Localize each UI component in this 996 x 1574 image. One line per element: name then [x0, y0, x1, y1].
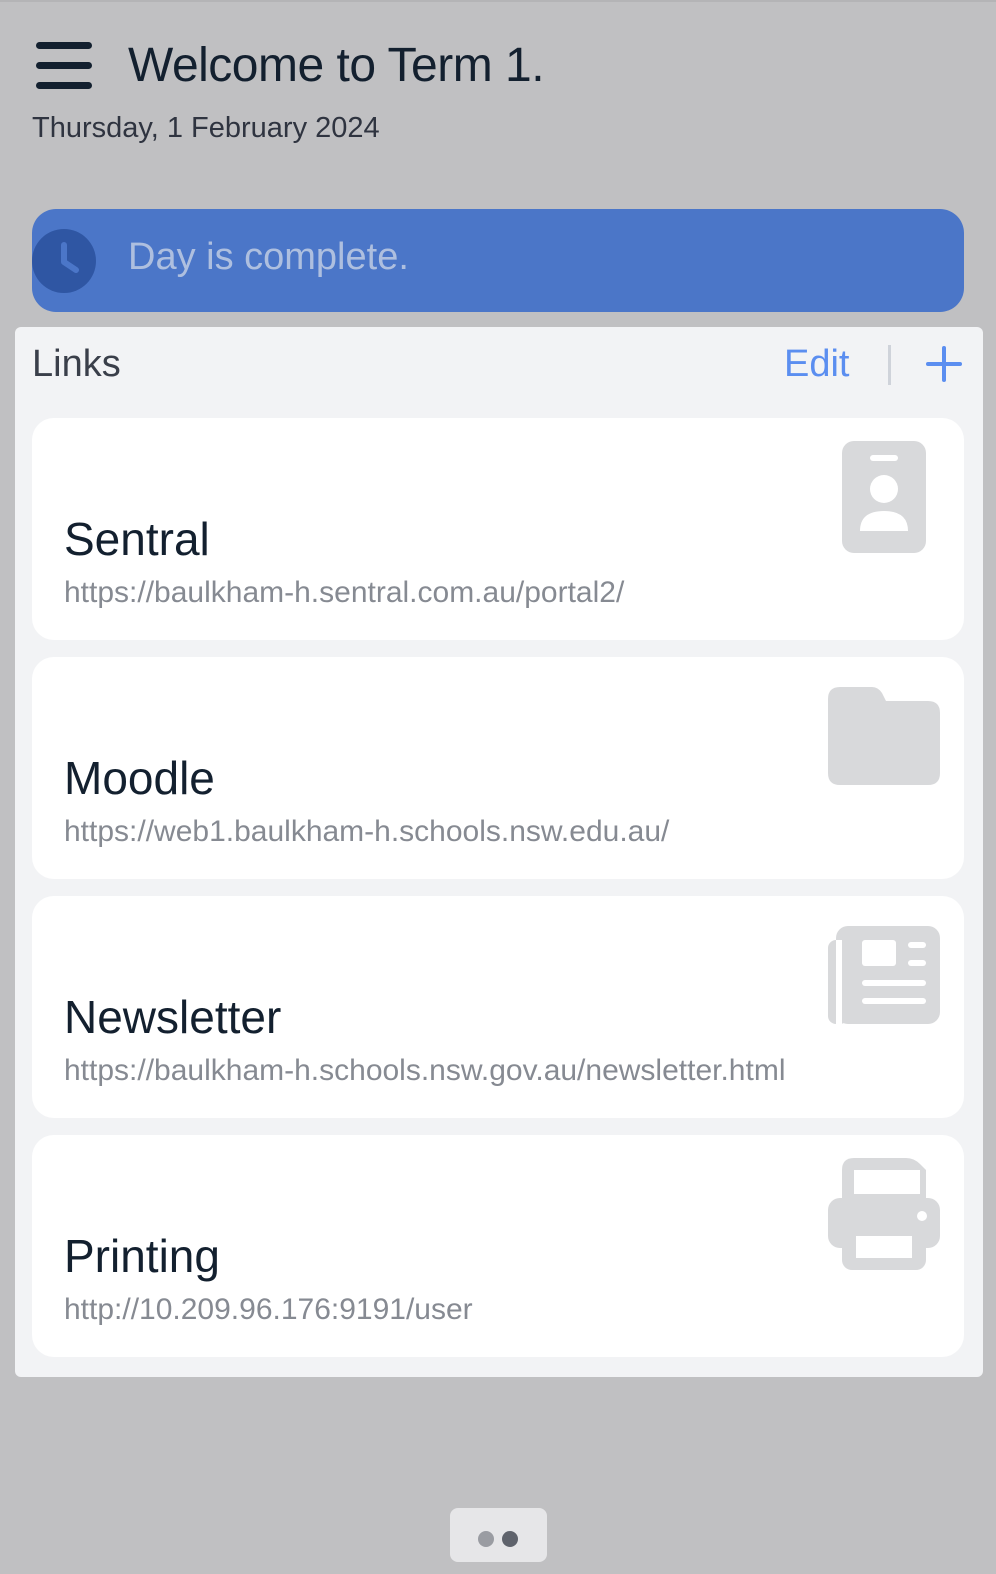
- page-title: Welcome to Term 1.: [128, 39, 545, 92]
- page-date: Thursday, 1 February 2024: [32, 112, 380, 144]
- link-name: Moodle: [64, 752, 215, 804]
- edit-button[interactable]: Edit: [784, 343, 849, 386]
- divider: [888, 345, 891, 385]
- newspaper-icon: [828, 926, 940, 1029]
- link-url: https://baulkham-h.sentral.com.au/portal…: [64, 576, 625, 609]
- folder-icon: [828, 687, 940, 790]
- id-badge-icon: [842, 441, 926, 558]
- page-indicator[interactable]: [450, 1508, 547, 1562]
- plus-icon[interactable]: [926, 346, 962, 382]
- status-text: Day is complete.: [128, 236, 409, 278]
- link-url: https://web1.baulkham-h.schools.nsw.edu.…: [64, 815, 670, 848]
- link-name: Newsletter: [64, 991, 282, 1043]
- top-edge: [0, 0, 996, 2]
- link-url: https://baulkham-h.schools.nsw.gov.au/ne…: [64, 1054, 786, 1087]
- links-title: Links: [32, 343, 121, 385]
- hamburger-menu-icon[interactable]: [36, 40, 92, 90]
- link-card-newsletter[interactable]: Newsletter https://baulkham-h.schools.ns…: [32, 896, 964, 1118]
- link-name: Sentral: [64, 513, 210, 565]
- link-url: http://10.209.96.176:9191/user: [64, 1293, 473, 1326]
- link-card-sentral[interactable]: Sentral https://baulkham-h.sentral.com.a…: [32, 418, 964, 640]
- page-dot-1[interactable]: [478, 1531, 494, 1547]
- clock-icon: [32, 229, 96, 293]
- printer-icon: [828, 1158, 940, 1275]
- link-card-moodle[interactable]: Moodle https://web1.baulkham-h.schools.n…: [32, 657, 964, 879]
- link-name: Printing: [64, 1230, 220, 1282]
- link-card-printing[interactable]: Printing http://10.209.96.176:9191/user: [32, 1135, 964, 1357]
- page-dot-2[interactable]: [502, 1531, 518, 1547]
